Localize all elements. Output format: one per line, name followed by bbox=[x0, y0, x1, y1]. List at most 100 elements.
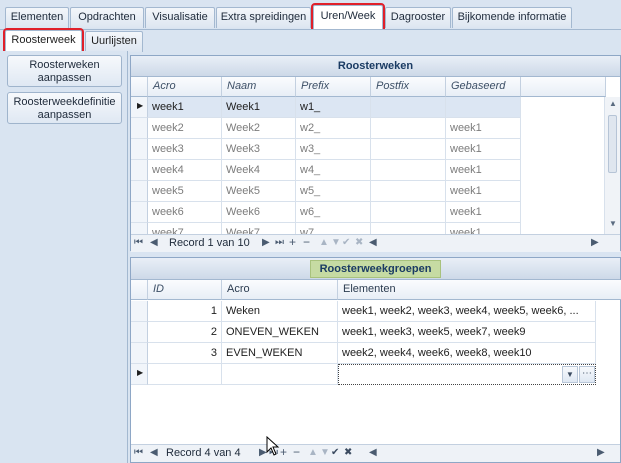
table-cell[interactable]: week5 bbox=[148, 181, 222, 202]
table-cell[interactable]: 3 bbox=[148, 343, 222, 364]
table-cell[interactable]: week1 bbox=[446, 118, 521, 139]
table-cell[interactable]: Week2 bbox=[222, 118, 296, 139]
table-cell[interactable]: week7 bbox=[148, 223, 222, 234]
move-up-icon[interactable]: ▲ bbox=[308, 447, 318, 458]
table-cell[interactable]: week6 bbox=[148, 202, 222, 223]
scroll-left-icon[interactable]: ◀ bbox=[369, 237, 377, 248]
table-cell[interactable]: w1_ bbox=[296, 97, 371, 118]
elementen-editor[interactable]: ▼ ⋯ bbox=[338, 364, 596, 385]
last-record-icon[interactable]: ⏭ bbox=[275, 237, 284, 248]
next-record-icon[interactable]: ▶ bbox=[262, 237, 270, 248]
subtab-roosterweek[interactable]: Roosterweek bbox=[3, 28, 84, 53]
tab-dagrooster[interactable]: Dagrooster bbox=[385, 7, 451, 28]
table-cell[interactable] bbox=[371, 181, 446, 202]
scroll-right-icon[interactable]: ▶ bbox=[591, 237, 599, 248]
add-icon[interactable]: + bbox=[289, 235, 296, 249]
check-icon[interactable]: ✔ bbox=[342, 237, 350, 248]
tab-visualisatie[interactable]: Visualisatie bbox=[145, 7, 215, 28]
row-indicator[interactable] bbox=[131, 202, 148, 223]
table-cell[interactable]: w6_ bbox=[296, 202, 371, 223]
tab-uren-week[interactable]: Uren/Week bbox=[311, 3, 385, 31]
prev-record-icon[interactable]: ◀ bbox=[150, 447, 158, 458]
scroll-up-icon[interactable]: ▲ bbox=[609, 99, 617, 108]
column-header-prefix[interactable]: Prefix bbox=[296, 77, 371, 97]
column-header-id[interactable]: ID bbox=[148, 280, 222, 300]
table-cell[interactable]: 1 bbox=[148, 301, 222, 322]
column-header-postfix[interactable]: Postfix bbox=[371, 77, 446, 97]
table-cell[interactable]: week1, week3, week5, week7, week9 bbox=[338, 322, 596, 343]
table-cell[interactable]: week1 bbox=[446, 202, 521, 223]
table-cell[interactable] bbox=[446, 97, 521, 118]
table-cell[interactable]: EVEN_WEKEN bbox=[222, 343, 338, 364]
remove-icon[interactable]: − bbox=[303, 235, 310, 249]
column-header-gebaseerd-op[interactable]: Gebaseerd op bbox=[446, 77, 521, 111]
table-cell[interactable]: w3_ bbox=[296, 139, 371, 160]
table-cell[interactable]: week1, week2, week3, week4, week5, week6… bbox=[338, 301, 596, 322]
cancel-icon[interactable]: ✖ bbox=[344, 447, 352, 458]
add-icon[interactable]: + bbox=[280, 445, 287, 459]
column-header-naam[interactable]: Naam bbox=[222, 77, 296, 97]
table-cell[interactable]: week1 bbox=[446, 160, 521, 181]
roosterweekdefinitie-aanpassen-button[interactable]: Roosterweekdefinitie aanpassen bbox=[7, 92, 122, 124]
remove-icon[interactable]: − bbox=[293, 445, 300, 459]
table-cell[interactable]: Week6 bbox=[222, 202, 296, 223]
tab-extra-spreidingen[interactable]: Extra spreidingen bbox=[216, 7, 311, 28]
move-up-icon[interactable]: ▲ bbox=[319, 237, 329, 248]
table-cell[interactable]: week4 bbox=[148, 160, 222, 181]
first-record-icon[interactable]: ⏮ bbox=[134, 237, 143, 248]
row-indicator[interactable] bbox=[131, 181, 148, 202]
first-record-icon[interactable]: ⏮ bbox=[134, 447, 143, 458]
table-cell[interactable]: Weken bbox=[222, 301, 338, 322]
new-row-cell[interactable] bbox=[222, 364, 338, 385]
chevron-down-icon[interactable]: ▼ bbox=[562, 366, 578, 383]
table-cell[interactable]: w5_ bbox=[296, 181, 371, 202]
move-down-icon[interactable]: ▼ bbox=[331, 237, 341, 248]
row-indicator[interactable] bbox=[131, 139, 148, 160]
table-cell[interactable] bbox=[371, 202, 446, 223]
table-cell[interactable]: w7 bbox=[296, 223, 371, 234]
row-indicator-new[interactable]: ▶ bbox=[131, 364, 148, 385]
scroll-thumb[interactable] bbox=[608, 115, 617, 173]
table-cell[interactable]: week3 bbox=[148, 139, 222, 160]
row-indicator[interactable] bbox=[131, 343, 148, 364]
table-cell[interactable] bbox=[371, 118, 446, 139]
scroll-right-icon[interactable]: ▶ bbox=[597, 447, 605, 458]
column-header-acro[interactable]: Acro bbox=[148, 77, 222, 97]
table-cell[interactable]: w4_ bbox=[296, 160, 371, 181]
tab-elementen[interactable]: Elementen bbox=[5, 7, 69, 28]
table-cell[interactable] bbox=[371, 223, 446, 234]
table-cell[interactable]: w2_ bbox=[296, 118, 371, 139]
table-cell[interactable] bbox=[371, 139, 446, 160]
table-cell[interactable]: Week1 bbox=[222, 97, 296, 118]
check-icon[interactable]: ✔ bbox=[331, 447, 339, 458]
table-cell[interactable]: week1 bbox=[446, 181, 521, 202]
table-cell[interactable]: Week4 bbox=[222, 160, 296, 181]
table-cell[interactable] bbox=[371, 160, 446, 181]
column-header-elementen[interactable]: Elementen bbox=[338, 280, 621, 300]
table-cell[interactable]: Week7 bbox=[222, 223, 296, 234]
ellipsis-icon[interactable]: ⋯ bbox=[579, 366, 595, 383]
table-cell[interactable]: week2 bbox=[148, 118, 222, 139]
table-cell[interactable]: Week3 bbox=[222, 139, 296, 160]
row-indicator[interactable] bbox=[131, 301, 148, 322]
roosterweken-aanpassen-button[interactable]: Roosterweken aanpassen bbox=[7, 55, 122, 87]
table-cell[interactable]: week2, week4, week6, week8, week10 bbox=[338, 343, 596, 364]
vertical-scrollbar[interactable]: ▲ ▼ bbox=[604, 97, 620, 234]
new-row-cell[interactable] bbox=[148, 364, 222, 385]
row-indicator[interactable] bbox=[131, 322, 148, 343]
table-cell[interactable]: week1 bbox=[446, 139, 521, 160]
tab-bijkomende-informatie[interactable]: Bijkomende informatie bbox=[452, 7, 572, 28]
move-down-icon[interactable]: ▼ bbox=[320, 447, 330, 458]
row-indicator[interactable] bbox=[131, 118, 148, 139]
row-indicator[interactable] bbox=[131, 160, 148, 181]
table-cell[interactable]: 2 bbox=[148, 322, 222, 343]
column-header-acro[interactable]: Acro bbox=[222, 280, 338, 300]
table-cell[interactable]: ONEVEN_WEKEN bbox=[222, 322, 338, 343]
table-cell[interactable] bbox=[371, 97, 446, 118]
scroll-down-icon[interactable]: ▼ bbox=[609, 219, 617, 228]
table-cell[interactable]: week1 bbox=[148, 97, 222, 118]
row-indicator[interactable] bbox=[131, 223, 148, 234]
table-cell[interactable]: Week5 bbox=[222, 181, 296, 202]
subtab-uurlijsten[interactable]: Uurlijsten bbox=[85, 31, 143, 52]
tab-opdrachten[interactable]: Opdrachten bbox=[70, 7, 144, 28]
